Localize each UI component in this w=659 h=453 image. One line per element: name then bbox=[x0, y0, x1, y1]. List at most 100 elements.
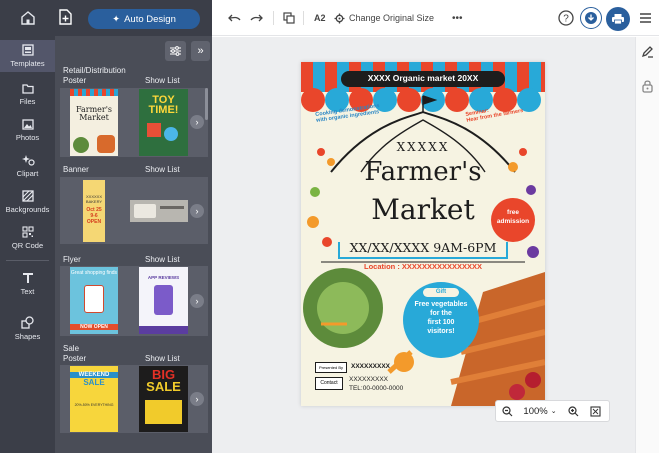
thumb-title: Great shopping finds bbox=[70, 270, 118, 276]
text-icon bbox=[22, 273, 33, 283]
poster-banner[interactable]: XXXX Organic market 20XX bbox=[341, 73, 505, 83]
photo-icon bbox=[21, 118, 34, 130]
sidebar-item-files[interactable]: Files bbox=[0, 76, 55, 112]
sidebar-item-label: Text bbox=[20, 287, 35, 296]
help-button[interactable]: ? bbox=[558, 9, 574, 27]
more-options-button[interactable]: ••• bbox=[452, 9, 463, 27]
category-title: Sale Poster bbox=[63, 344, 87, 363]
poster-gift-text[interactable]: Free vegetables for the first 100 visito… bbox=[403, 300, 479, 336]
sidebar-item-shapes[interactable]: Shapes bbox=[0, 310, 55, 346]
presented-by-label: Presented By bbox=[315, 362, 347, 373]
sidebar-item-label: Shapes bbox=[14, 331, 41, 341]
redo-icon bbox=[250, 14, 263, 22]
printer-icon bbox=[612, 14, 624, 25]
poster-kicker[interactable]: XXXXX bbox=[301, 140, 545, 154]
presented-by-value[interactable]: XXXXXXXXX bbox=[351, 363, 390, 370]
chevron-down-icon: ⌄ bbox=[550, 408, 557, 415]
sidebar-item-clipart[interactable]: Clipart bbox=[0, 148, 55, 184]
gear-icon bbox=[334, 13, 345, 23]
thumb-title: Farmer's Market bbox=[75, 105, 113, 122]
show-list-link[interactable]: Show List bbox=[145, 255, 180, 264]
category-title: Banner bbox=[63, 165, 89, 174]
double-chevron-right-icon: » bbox=[197, 45, 204, 57]
sidebar-item-templates[interactable]: Templates bbox=[0, 40, 55, 72]
template-thumb[interactable]: APP REVIEWS bbox=[139, 267, 188, 334]
svg-text:?: ? bbox=[563, 14, 569, 25]
sidebar-item-text[interactable]: Text bbox=[0, 266, 55, 302]
fit-to-screen-button[interactable] bbox=[584, 401, 606, 421]
scroll-right-button[interactable]: › bbox=[190, 115, 204, 129]
templates-icon bbox=[21, 44, 34, 56]
sliders-icon bbox=[170, 46, 181, 56]
add-page-button[interactable] bbox=[58, 8, 80, 28]
scroll-right-button[interactable]: › bbox=[190, 204, 204, 218]
sidebar-item-backgrounds[interactable]: Backgrounds bbox=[0, 184, 55, 220]
edit-tool-button[interactable] bbox=[641, 45, 654, 63]
template-thumb[interactable]: BIG SALE bbox=[139, 366, 188, 432]
contact-name[interactable]: XXXXXXXXX bbox=[349, 376, 388, 383]
template-thumb[interactable]: WEEKEND SALE 20%-50% EVERYTHING bbox=[70, 366, 118, 432]
change-size-button[interactable]: Change Original Size bbox=[334, 9, 434, 27]
show-list-link[interactable]: Show List bbox=[145, 165, 180, 174]
free-admission-badge[interactable]: free admission bbox=[491, 208, 535, 226]
thumb-phone bbox=[84, 285, 104, 313]
contact-tel[interactable]: TEL:00-0000-0000 bbox=[349, 385, 403, 392]
zoom-in-icon bbox=[567, 405, 578, 416]
toolbar-divider bbox=[273, 11, 274, 25]
poster-location[interactable]: Location : XXXXXXXXXXXXXXXX bbox=[301, 262, 545, 271]
collapse-panel-button[interactable]: » bbox=[191, 41, 210, 61]
help-icon: ? bbox=[558, 10, 574, 26]
pages-icon bbox=[283, 12, 295, 24]
category-title: Retail/Distribution Poster bbox=[63, 66, 126, 85]
thumb-title: TOY TIME! bbox=[148, 94, 179, 116]
show-list-link[interactable]: Show List bbox=[145, 76, 180, 85]
sidebar-item-photos[interactable]: Photos bbox=[0, 112, 55, 148]
zoom-in-button[interactable] bbox=[562, 401, 584, 421]
template-thumb[interactable]: Farmer's Market bbox=[70, 89, 118, 156]
sidebar-rail: Templates Files Photos Clipart Backgroun… bbox=[0, 0, 55, 453]
home-button[interactable] bbox=[0, 0, 55, 36]
poster-canvas[interactable]: XXXX Organic market 20XX Cooking demonst… bbox=[301, 62, 545, 406]
poster-date[interactable]: XX/XX/XXXX 9AM-6PM bbox=[301, 240, 545, 255]
undo-icon bbox=[228, 14, 241, 22]
filter-button[interactable] bbox=[165, 41, 186, 61]
duplicate-page-button[interactable] bbox=[283, 9, 295, 27]
sidebar-item-label: Files bbox=[19, 96, 36, 106]
sidebar-item-qr-code[interactable]: QR Code bbox=[0, 220, 55, 256]
lock-button[interactable] bbox=[641, 79, 654, 98]
toolbar-divider bbox=[303, 11, 304, 25]
show-list-link[interactable]: Show List bbox=[145, 354, 180, 363]
thumb-footer bbox=[139, 326, 188, 334]
menu-button[interactable] bbox=[640, 9, 651, 27]
print-button[interactable] bbox=[606, 7, 630, 31]
template-thumb[interactable]: Great shopping finds NOW OPEN bbox=[70, 267, 118, 334]
auto-design-button[interactable]: ✦ Auto Design bbox=[88, 9, 200, 29]
poster-title-line1[interactable]: Farmer's bbox=[301, 157, 545, 187]
home-icon bbox=[20, 11, 35, 25]
thumb-toy bbox=[147, 123, 161, 137]
zoom-control: 100% ⌄ bbox=[495, 400, 610, 422]
zoom-level: 100% bbox=[523, 405, 548, 417]
sparkle-icon: ✦ bbox=[112, 13, 121, 25]
sidebar-item-label: Templates bbox=[10, 59, 45, 68]
scroll-right-button[interactable]: › bbox=[190, 294, 204, 308]
fit-screen-icon bbox=[589, 405, 601, 417]
thumb-badge bbox=[145, 400, 182, 424]
template-thumb[interactable]: TOY TIME! bbox=[139, 89, 188, 156]
zoom-out-button[interactable] bbox=[496, 401, 518, 421]
download-button[interactable] bbox=[580, 7, 602, 29]
template-thumb[interactable] bbox=[130, 200, 188, 222]
contact-label: Contact bbox=[315, 377, 343, 390]
undo-button[interactable] bbox=[228, 9, 241, 27]
scroll-right-button[interactable]: › bbox=[190, 392, 204, 406]
sidebar-item-label: QR Code bbox=[11, 241, 44, 250]
panel-scrollbar[interactable] bbox=[205, 88, 208, 120]
zoom-level-select[interactable]: 100% ⌄ bbox=[518, 401, 562, 421]
pencil-icon bbox=[641, 46, 653, 58]
sidebar-item-label: Backgrounds bbox=[5, 205, 50, 214]
redo-button[interactable] bbox=[250, 9, 263, 27]
folder-icon bbox=[21, 83, 34, 94]
template-thumb[interactable]: XXXXXX BAKERY Oct 25 9-6 OPEN bbox=[83, 180, 105, 242]
lock-icon bbox=[642, 80, 653, 93]
shapes-icon bbox=[21, 315, 34, 329]
